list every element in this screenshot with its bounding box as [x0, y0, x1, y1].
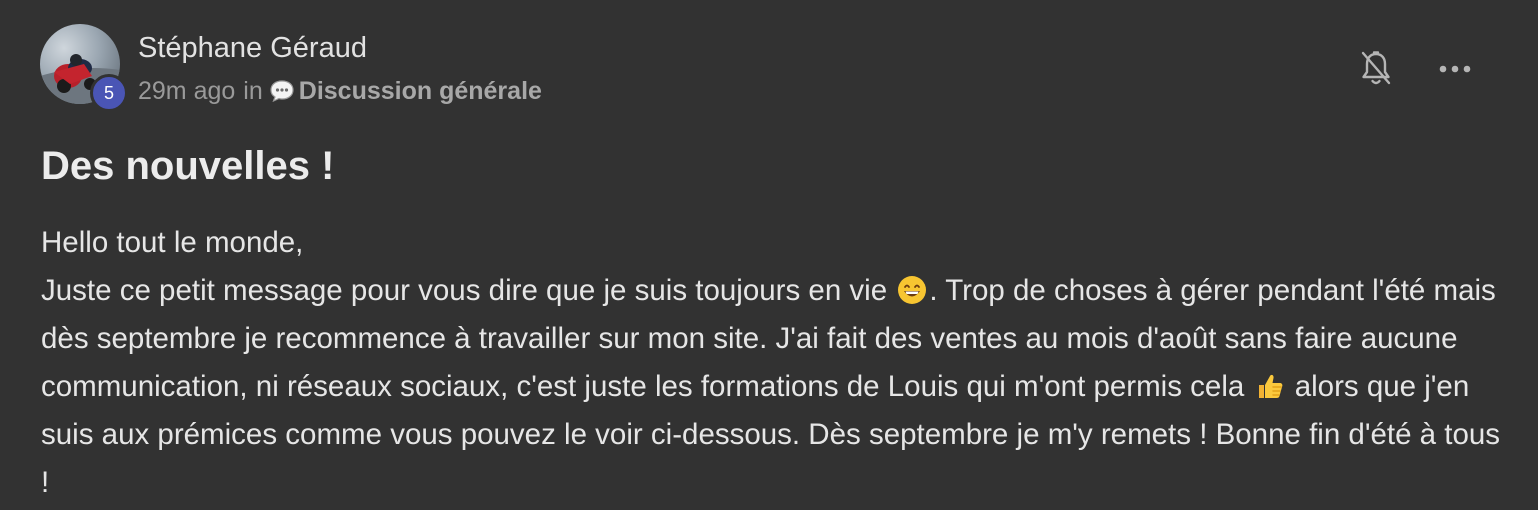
mute-notifications-button[interactable] [1355, 48, 1397, 90]
speech-bubble-icon [269, 79, 295, 103]
post-time: 29m ago [138, 77, 236, 105]
post-body: Hello tout le monde, Juste ce petit mess… [41, 219, 1511, 507]
meta-in-label: in [243, 77, 263, 105]
more-horizontal-icon [1439, 65, 1471, 73]
level-badge: 5 [90, 74, 128, 112]
author-avatar-group[interactable]: 5 [40, 24, 128, 112]
category-label: Discussion générale [298, 77, 542, 105]
more-options-button[interactable] [1434, 48, 1476, 90]
bell-off-icon [1361, 51, 1391, 85]
thumbs-up-emoji [1258, 374, 1282, 398]
post-paragraph: Juste ce petit message pour vous dire qu… [41, 267, 1511, 507]
grinning-face-emoji [898, 276, 927, 304]
post-card: 5 Stéphane Géraud 29m ago in Discussion … [0, 0, 1538, 510]
author-name[interactable]: Stéphane Géraud [138, 30, 367, 66]
post-title: Des nouvelles ! [41, 144, 335, 188]
category-link[interactable]: Discussion générale [269, 75, 542, 107]
post-text-part-1: Juste ce petit message pour vous dire qu… [41, 274, 888, 307]
post-greeting: Hello tout le monde, [41, 226, 304, 259]
post-meta: 29m ago in Discussion générale [138, 75, 542, 107]
